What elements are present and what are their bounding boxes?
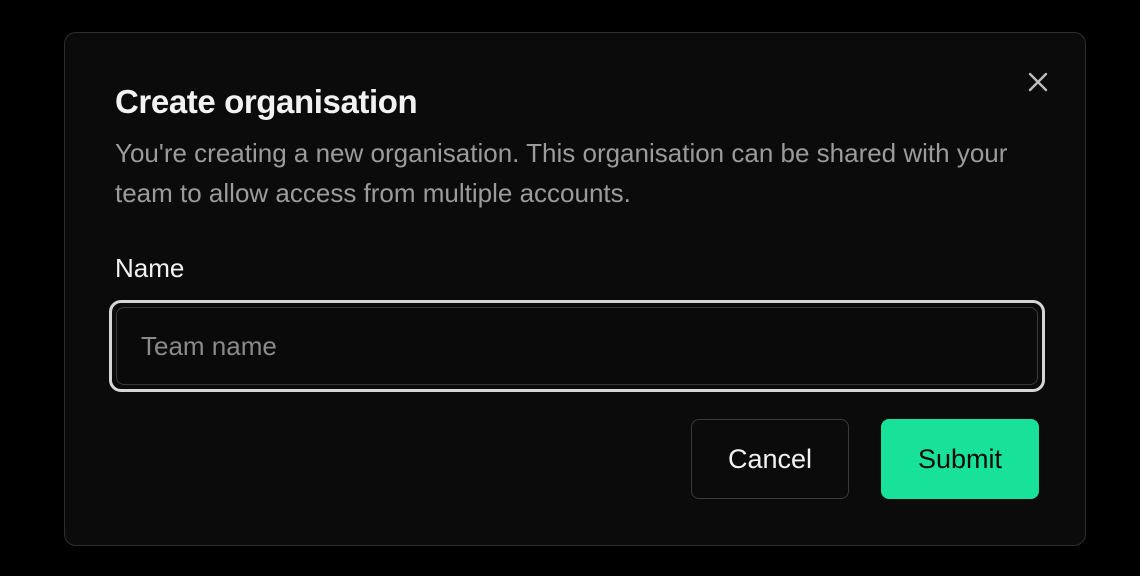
team-name-input[interactable] xyxy=(116,307,1038,385)
name-input-focus-ring xyxy=(109,300,1045,392)
name-label: Name xyxy=(115,253,185,283)
dialog-title: Create organisation xyxy=(115,83,418,120)
close-button[interactable] xyxy=(1023,67,1053,97)
cancel-button[interactable]: Cancel xyxy=(691,419,849,499)
create-organisation-dialog: Create organisation You're creating a ne… xyxy=(64,32,1086,546)
submit-button[interactable]: Submit xyxy=(881,419,1039,499)
dialog-description: You're creating a new organisation. This… xyxy=(115,138,1008,208)
close-icon xyxy=(1028,72,1048,92)
